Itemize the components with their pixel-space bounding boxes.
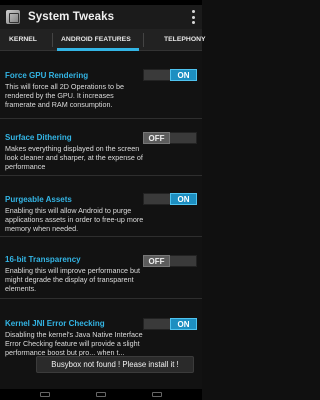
settings-list: Force GPU Rendering This will force all … [0, 51, 202, 400]
setting-16-bit-transparency[interactable]: 16-bit Transparency Enabling this will i… [0, 237, 202, 297]
toggle-switch[interactable]: ON [143, 193, 197, 205]
tab-divider [143, 33, 144, 47]
tab-telephony[interactable]: TELEPHONY [164, 36, 206, 43]
setting-title: Surface Dithering [5, 133, 72, 142]
app-title: System Tweaks [28, 11, 115, 23]
setting-title: Purgeable Assets [5, 195, 72, 204]
setting-force-gpu-rendering[interactable]: Force GPU Rendering This will force all … [0, 51, 202, 109]
setting-description: Makes everything displayed on the screen… [5, 144, 143, 171]
setting-description: This will force all 2D Operations to be … [5, 82, 125, 109]
setting-description: Disabling the kernel's Java Native Inter… [5, 330, 143, 357]
back-icon[interactable] [40, 392, 50, 397]
setting-title: 16-bit Transparency [5, 255, 81, 264]
setting-kernel-jni-error-checking[interactable]: Kernel JNI Error Checking Disabling the … [0, 299, 202, 389]
setting-description: Enabling this will allow Android to purg… [5, 206, 144, 233]
navigation-bar [0, 389, 202, 400]
toast-message: Busybox not found ! Please install it ! [36, 356, 194, 373]
toggle-switch[interactable]: OFF [143, 132, 197, 144]
toggle-label: OFF [143, 132, 170, 144]
toggle-switch[interactable]: ON [143, 318, 197, 330]
setting-title: Force GPU Rendering [5, 71, 89, 80]
app-logo-icon [6, 10, 20, 24]
setting-title: Kernel JNI Error Checking [5, 319, 105, 328]
setting-purgeable-assets[interactable]: Purgeable Assets Enabling this will allo… [0, 176, 202, 236]
toggle-switch[interactable]: ON [143, 69, 197, 81]
action-bar: System Tweaks [0, 5, 202, 29]
home-icon[interactable] [96, 392, 106, 397]
tab-divider [52, 33, 53, 47]
toggle-label: ON [170, 193, 197, 205]
recents-icon[interactable] [152, 392, 162, 397]
tab-android-features[interactable]: ANDROID FEATURES [61, 36, 131, 43]
setting-surface-dithering[interactable]: Surface Dithering Makes everything displ… [0, 119, 202, 177]
overflow-menu-icon[interactable] [190, 10, 196, 24]
tab-kernel[interactable]: KERNEL [9, 36, 37, 43]
toggle-label: ON [170, 318, 197, 330]
toggle-switch[interactable]: OFF [143, 255, 197, 267]
toggle-label: OFF [143, 255, 170, 267]
setting-description: Enabling this will improve performance b… [5, 266, 141, 293]
toggle-label: ON [170, 69, 197, 81]
